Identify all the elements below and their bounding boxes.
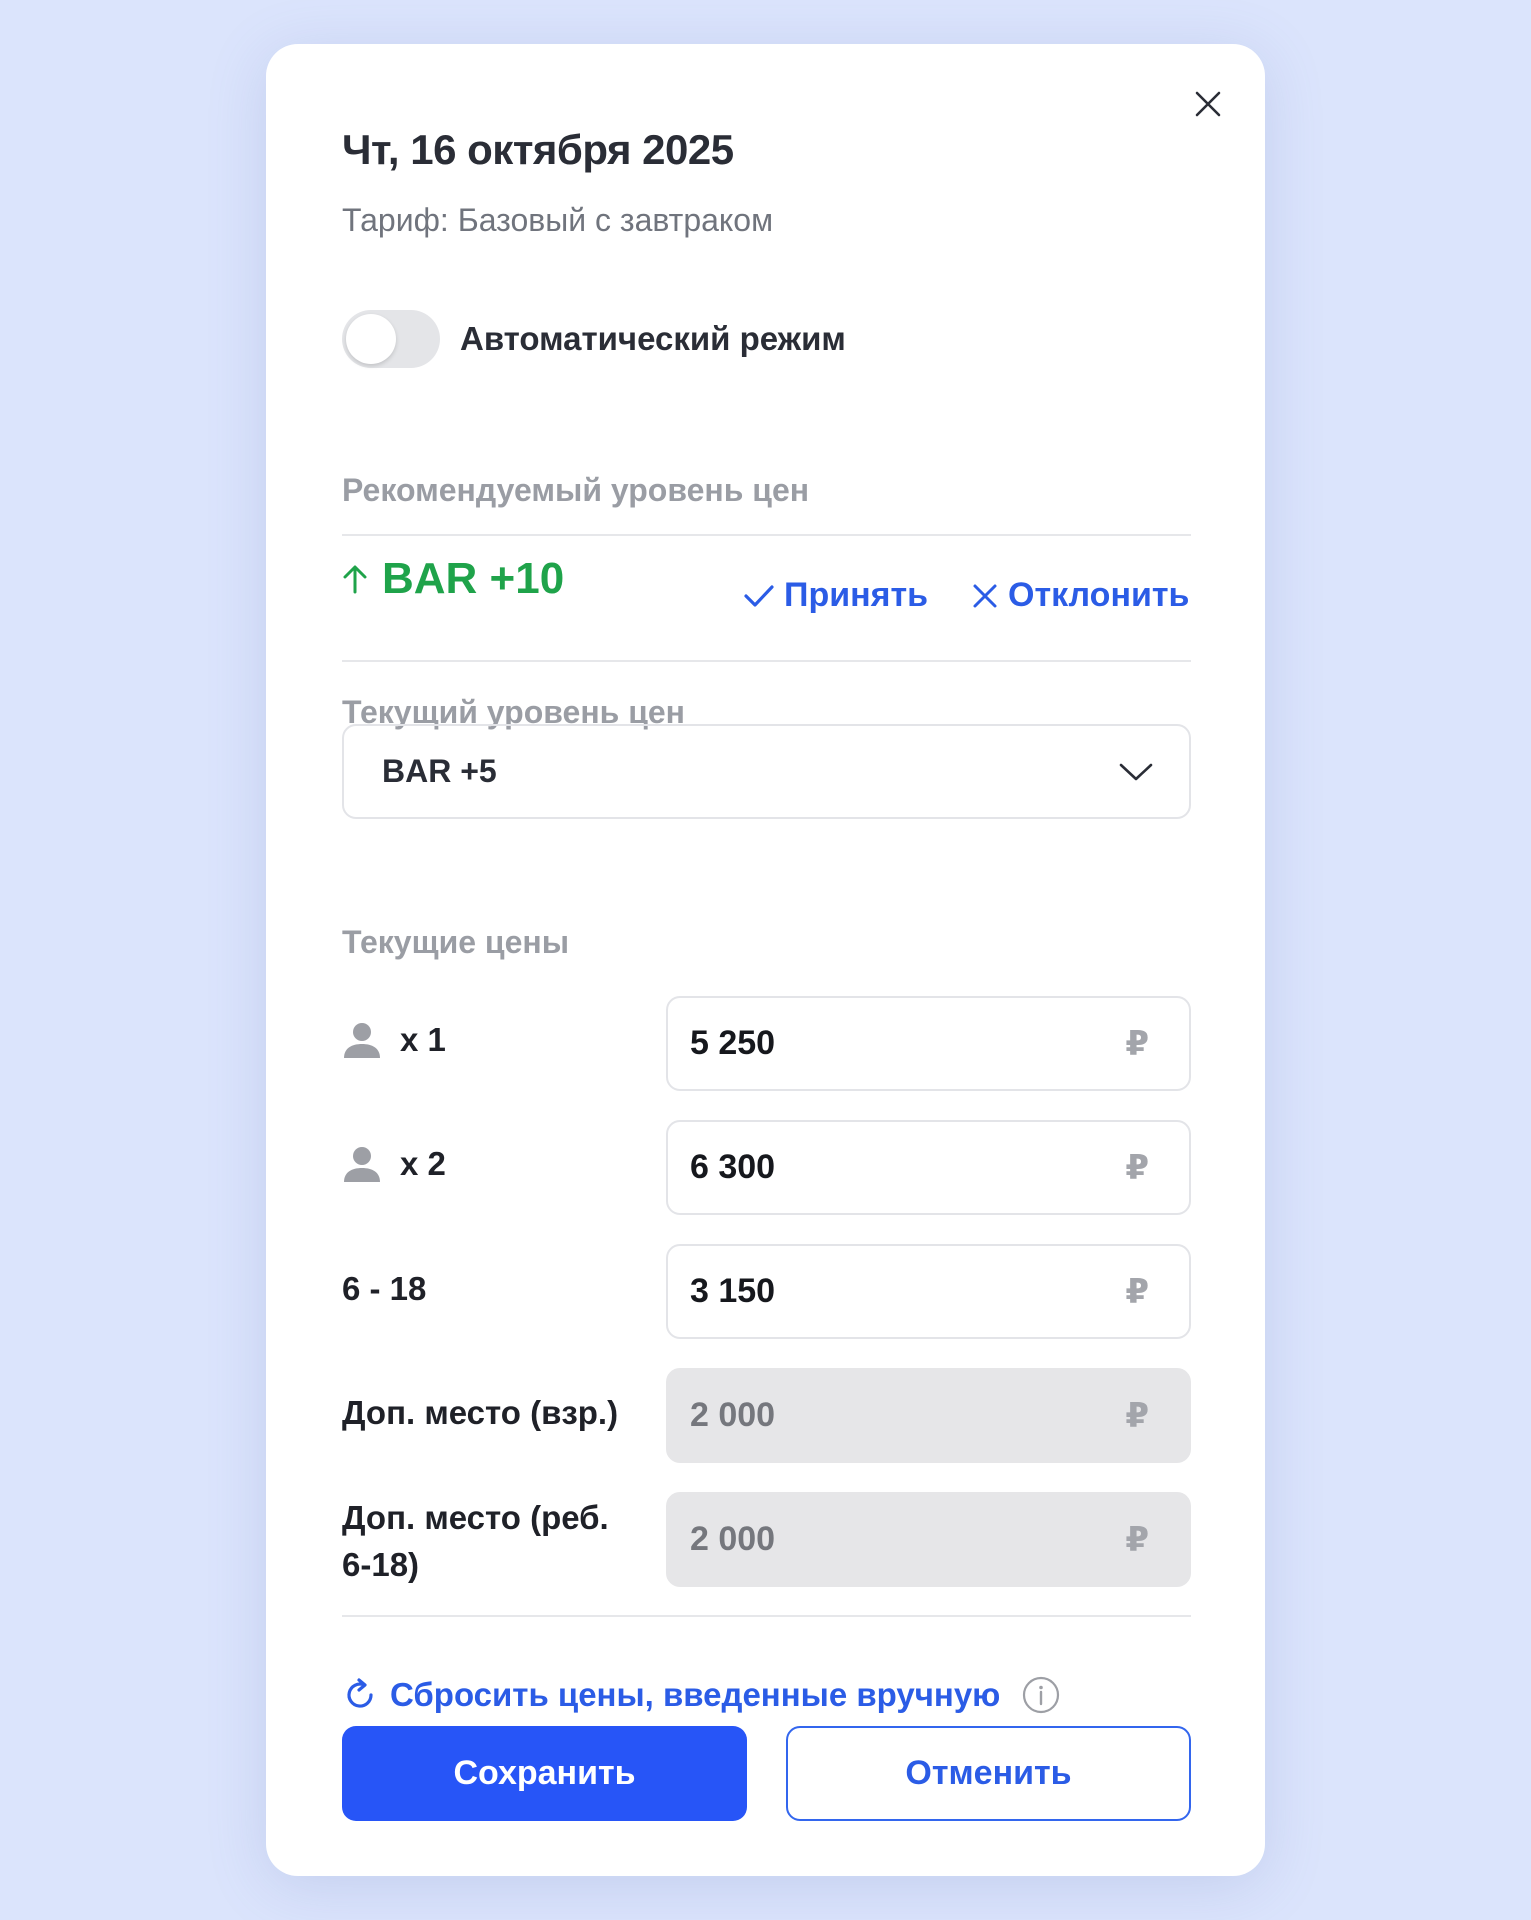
tariff-subtitle: Тариф: Базовый с завтраком: [342, 202, 774, 238]
auto-mode-label: Автоматический режим: [460, 320, 846, 357]
price-level-selected: BAR +5: [382, 753, 497, 789]
ruble-icon: ₽: [1125, 1520, 1149, 1559]
ruble-icon: ₽: [1125, 1272, 1149, 1311]
pricing-modal: Чт, 16 октября 2025 Тариф: Базовый с зав…: [266, 44, 1265, 1876]
reject-button[interactable]: Отклонить: [972, 576, 1189, 615]
accept-button[interactable]: Принять: [744, 576, 928, 615]
accept-label: Принять: [784, 576, 929, 614]
divider: [342, 660, 1191, 662]
price-row-label-child: 6 - 18: [342, 1270, 427, 1307]
reset-prices-link[interactable]: Сбросить цены, введенные вручную: [342, 1676, 1060, 1714]
recommended-level-label: Рекомендуемый уровень цен: [342, 472, 810, 508]
divider: [342, 1615, 1191, 1617]
current-prices-label: Текущие цены: [342, 924, 570, 960]
ruble-icon: ₽: [1125, 1024, 1149, 1063]
recommended-level-value: BAR +10: [382, 554, 565, 603]
close-icon: [973, 584, 997, 607]
reject-label: Отклонить: [1008, 576, 1190, 614]
cancel-button[interactable]: Отменить: [786, 1726, 1191, 1821]
chevron-down-icon: [1119, 763, 1153, 780]
refresh-icon: [347, 1678, 373, 1708]
ruble-icon: ₽: [1125, 1148, 1149, 1187]
price-row-label-double: x 2: [342, 1144, 446, 1184]
close-button[interactable]: [1188, 84, 1228, 124]
person-icon: [344, 1147, 380, 1182]
close-icon: [1195, 91, 1221, 117]
price-row-label-extra-child: Доп. место (реб. 6-18): [342, 1499, 609, 1583]
arrow-up-icon: [343, 565, 367, 594]
reset-prices-label: Сбросить цены, введенные вручную: [390, 1676, 1001, 1713]
price-row-label-single: x 1: [342, 1020, 446, 1060]
check-icon: [744, 584, 774, 607]
price-input-double[interactable]: 6 300 ₽: [666, 1120, 1191, 1215]
save-button[interactable]: Сохранить: [342, 1726, 747, 1821]
modal-title: Чт, 16 октября 2025: [342, 126, 734, 173]
recommended-level: BAR +10: [342, 554, 564, 604]
ruble-icon: ₽: [1125, 1396, 1149, 1435]
price-level-select[interactable]: BAR +5: [342, 724, 1191, 819]
price-input-single[interactable]: 5 250 ₽: [666, 996, 1191, 1091]
price-row-label-extra-adult: Доп. место (взр.): [342, 1394, 619, 1431]
divider: [342, 534, 1191, 536]
auto-mode-toggle[interactable]: [342, 310, 440, 368]
price-input-extra-adult: 2 000 ₽: [666, 1368, 1191, 1463]
price-input-child[interactable]: 3 150 ₽: [666, 1244, 1191, 1339]
toggle-knob: [346, 314, 396, 364]
price-input-extra-child: 2 000 ₽: [666, 1492, 1191, 1587]
info-icon[interactable]: [1022, 1676, 1060, 1714]
person-icon: [344, 1023, 380, 1058]
